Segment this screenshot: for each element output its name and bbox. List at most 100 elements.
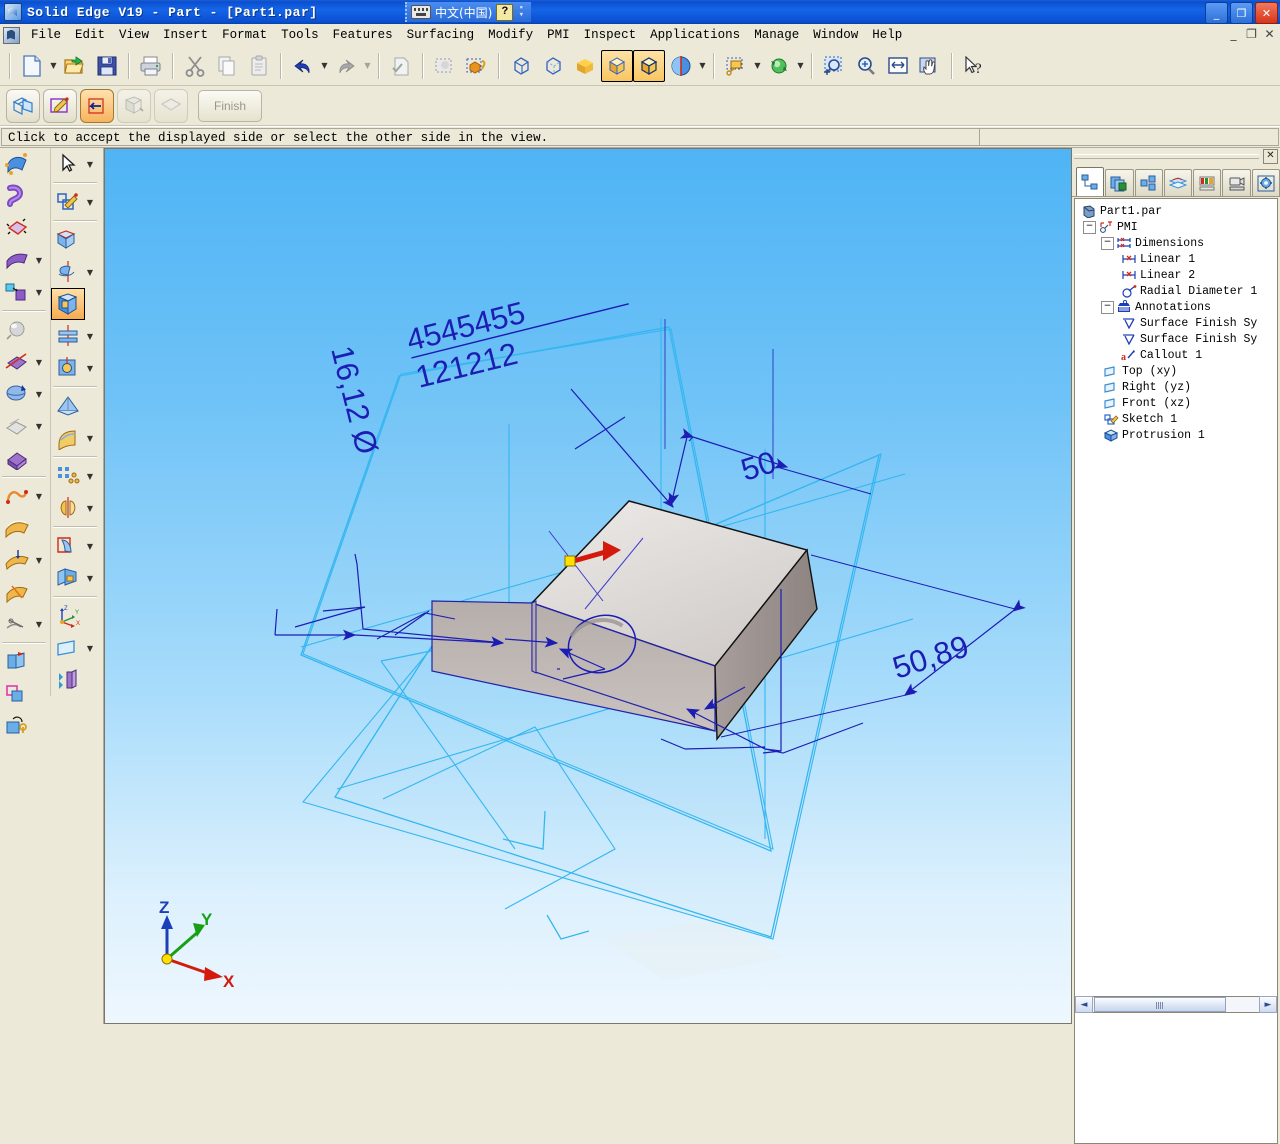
round-sphere-icon[interactable] bbox=[0, 314, 34, 346]
tree-item-pmi[interactable]: − PMI bbox=[1077, 219, 1277, 235]
menu-item-modify[interactable]: Modify bbox=[481, 26, 540, 44]
menu-item-tools[interactable]: Tools bbox=[274, 26, 326, 44]
hole-button[interactable]: ▼ bbox=[51, 352, 101, 384]
draft-surface-button[interactable]: ▼ bbox=[51, 530, 101, 562]
shaded-edge-cube-icon[interactable] bbox=[633, 49, 665, 82]
grip-icon[interactable]: ▪ ▾ bbox=[517, 4, 525, 20]
live-section-dropdown-arrow[interactable]: ▼ bbox=[85, 574, 95, 583]
bluesurf-button[interactable] bbox=[0, 512, 50, 544]
bounded-surface-icon[interactable] bbox=[0, 576, 34, 608]
pattern-dropdown-arrow[interactable]: ▼ bbox=[85, 472, 95, 481]
tab-feature-pathfinder[interactable] bbox=[1076, 167, 1105, 196]
view-styles-dropdown-arrow[interactable]: ▼ bbox=[697, 51, 708, 81]
curve-button[interactable]: ▼ bbox=[0, 480, 50, 512]
revolved-protrusion-button[interactable]: ▼ bbox=[51, 256, 101, 288]
trim-surface-icon[interactable] bbox=[0, 608, 34, 640]
draft-button[interactable]: ▼ bbox=[0, 378, 50, 410]
live-section-icon[interactable] bbox=[51, 562, 85, 594]
refresh-dropdown-arrow[interactable]: ▼ bbox=[795, 51, 806, 81]
web-network-button[interactable]: ▼ bbox=[51, 422, 101, 454]
menu-item-view[interactable]: View bbox=[112, 26, 156, 44]
tab-layers[interactable] bbox=[1105, 169, 1134, 196]
helical-protrusion-button[interactable] bbox=[0, 180, 50, 212]
protrusion-button[interactable] bbox=[51, 224, 101, 256]
close-button[interactable]: ✕ bbox=[1255, 2, 1278, 24]
sweep-protrusion-button[interactable] bbox=[0, 148, 50, 180]
parallel-plane-button[interactable] bbox=[51, 664, 101, 696]
doc-minimize-button[interactable]: _ bbox=[1226, 27, 1241, 42]
trim-surface-button[interactable]: ▼ bbox=[0, 608, 50, 640]
bounded-surface-button[interactable] bbox=[0, 576, 50, 608]
menu-item-window[interactable]: Window bbox=[806, 26, 865, 44]
revolved-cutout-dropdown-arrow[interactable]: ▼ bbox=[85, 332, 95, 341]
normal-red-icon[interactable] bbox=[0, 212, 34, 244]
sweep-blue-icon[interactable] bbox=[0, 148, 34, 180]
swept-surface-icon[interactable] bbox=[0, 544, 34, 576]
scroll-left-arrow-icon[interactable]: ◄ bbox=[1075, 996, 1093, 1013]
ime-indicator[interactable]: 中文(中国) ? ▪ ▾ bbox=[405, 2, 532, 22]
sphere-halfred-icon[interactable] bbox=[665, 50, 697, 82]
reference-plane-icon[interactable] bbox=[51, 632, 85, 664]
tree-item-top-plane[interactable]: Top (xy) bbox=[1077, 363, 1277, 379]
tab-settings[interactable] bbox=[1251, 169, 1280, 196]
model-viewport[interactable]: 4545455 121212 16,12 Ø 50 50,89 Z Y X bbox=[104, 148, 1072, 1024]
tree-item-dimensions[interactable]: − Dimensions bbox=[1077, 235, 1277, 251]
cutout-square-icon[interactable] bbox=[51, 288, 85, 320]
restore-button[interactable]: ❐ bbox=[1230, 2, 1253, 24]
sketch-pencil-icon[interactable] bbox=[51, 186, 85, 218]
scroll-track[interactable] bbox=[1093, 997, 1259, 1012]
arrow-question-icon[interactable]: ? bbox=[958, 50, 990, 82]
new-page-icon[interactable] bbox=[16, 50, 48, 82]
select-tool-button[interactable]: ▼ bbox=[51, 148, 101, 180]
floppy-save-icon[interactable] bbox=[91, 50, 123, 82]
thinwall-purple-icon[interactable] bbox=[0, 244, 34, 276]
reference-plane-dropdown-arrow[interactable]: ▼ bbox=[85, 644, 95, 653]
new-document-dropdown-arrow[interactable]: ▼ bbox=[48, 51, 59, 81]
zoom-area-icon[interactable] bbox=[818, 50, 850, 82]
arrow-cursor-icon[interactable] bbox=[51, 148, 85, 180]
parallel-plane-icon[interactable] bbox=[51, 664, 85, 696]
callout-tag-icon[interactable] bbox=[720, 50, 752, 82]
tab-layers-pane[interactable] bbox=[1163, 169, 1193, 196]
hole-dropdown-arrow[interactable]: ▼ bbox=[85, 364, 95, 373]
tree-item-sketch-1[interactable]: Sketch 1 bbox=[1077, 411, 1277, 427]
draft-surface-icon[interactable] bbox=[51, 530, 85, 562]
tree-item-radial-diameter-1[interactable]: Radial Diameter 1 bbox=[1077, 283, 1277, 299]
callout-dropdown-arrow[interactable]: ▼ bbox=[752, 51, 763, 81]
menu-item-applications[interactable]: Applications bbox=[643, 26, 747, 44]
magnifier-plus-icon[interactable] bbox=[850, 50, 882, 82]
chamfer-dropdown-arrow[interactable]: ▼ bbox=[34, 358, 44, 367]
sketch-dropdown-arrow[interactable]: ▼ bbox=[85, 198, 95, 207]
doc-close-button[interactable]: ✕ bbox=[1262, 27, 1277, 42]
select-attach-icon[interactable] bbox=[461, 50, 493, 82]
lip-dropdown-arrow[interactable]: ▼ bbox=[34, 288, 44, 297]
plane-select-icon[interactable] bbox=[6, 88, 40, 123]
part-copy-button[interactable] bbox=[0, 678, 50, 710]
thinwall-region-button[interactable]: ▼ bbox=[0, 410, 50, 442]
pattern-button[interactable]: ▼ bbox=[51, 460, 101, 492]
tab-sensors[interactable] bbox=[1193, 169, 1222, 196]
menu-item-pmi[interactable]: PMI bbox=[540, 26, 577, 44]
tree-item-surface-finish-1[interactable]: Surface Finish Sy bbox=[1077, 315, 1277, 331]
pan-hand-icon[interactable] bbox=[914, 50, 946, 82]
hidden-line-cube-icon[interactable] bbox=[537, 50, 569, 82]
thin-wall-dropdown-arrow[interactable]: ▼ bbox=[34, 256, 44, 265]
thinwall-region-icon[interactable] bbox=[0, 410, 34, 442]
doc-restore-button[interactable]: ❐ bbox=[1244, 27, 1259, 42]
curve-orange-icon[interactable] bbox=[0, 480, 34, 512]
attach-part-button[interactable] bbox=[0, 710, 50, 742]
revolved-cutout-icon[interactable] bbox=[51, 320, 85, 352]
select-tool-dropdown-arrow[interactable]: ▼ bbox=[85, 160, 95, 169]
collapse-toggle-dimensions[interactable]: − bbox=[1101, 236, 1114, 250]
helix-purple-icon[interactable] bbox=[0, 180, 34, 212]
undo-arrow-icon[interactable] bbox=[287, 50, 319, 82]
copy-part-button[interactable] bbox=[0, 646, 50, 678]
draft-sphere-icon[interactable] bbox=[0, 378, 34, 410]
live-section-button[interactable]: ▼ bbox=[51, 562, 101, 594]
collapse-toggle-pmi[interactable]: − bbox=[1083, 220, 1096, 234]
side-arrow-icon[interactable] bbox=[80, 88, 114, 123]
wireframe-cube-icon[interactable] bbox=[505, 50, 537, 82]
revolve-icon[interactable] bbox=[51, 256, 85, 288]
tab-family-of-parts[interactable] bbox=[1134, 169, 1163, 196]
undo-dropdown-arrow[interactable]: ▼ bbox=[319, 51, 330, 81]
